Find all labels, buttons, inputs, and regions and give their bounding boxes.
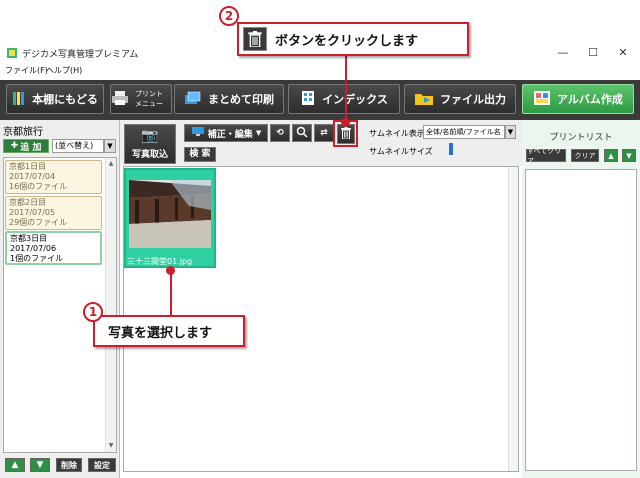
folder-icon — [414, 90, 434, 109]
close-button[interactable]: ✕ — [608, 44, 638, 62]
index-label: インデックス — [322, 93, 388, 106]
chevron-down-icon[interactable]: ▼ — [104, 139, 116, 153]
sort-select[interactable]: (並べ替え) — [52, 139, 104, 153]
rotate-icon: ⟲ — [276, 128, 284, 138]
search-button[interactable]: 検 索 — [184, 147, 216, 162]
file-output-label: ファイル出力 — [440, 93, 506, 106]
chevron-down-icon: ▼ — [255, 129, 262, 137]
day-item-name: 京都2日目 — [9, 198, 47, 207]
step1-badge: 1 — [83, 302, 103, 322]
day-item-3[interactable]: 京都3日目 2017/07/06 1個のファイル — [5, 231, 102, 265]
day-item-name: 京都1日目 — [9, 162, 47, 171]
callout2-dot — [341, 118, 350, 127]
callout1-leader — [170, 270, 172, 316]
bookshelf-icon — [12, 90, 26, 109]
camera-icon: 📷 — [141, 128, 159, 144]
callout-step2-text: ボタンをクリックします — [275, 34, 419, 49]
album-create-label: アルバム作成 — [557, 93, 623, 106]
minimize-button[interactable]: — — [548, 44, 578, 62]
add-day-label: 追 加 — [20, 142, 42, 153]
day-item-count: 29個のファイル — [9, 218, 68, 227]
clear-all-button[interactable]: すべてクリア — [526, 147, 566, 165]
settings-button[interactable]: 設定 — [88, 458, 116, 472]
menu-bar — [0, 62, 640, 78]
app-icon — [6, 47, 18, 59]
menu-help[interactable]: ヘルプ(H) — [46, 65, 82, 76]
rotate-button[interactable]: ⟲ — [270, 124, 290, 142]
maximize-button[interactable]: ☐ — [578, 44, 608, 62]
swap-button[interactable]: ⇄ — [314, 124, 334, 142]
thumbnail-size-label: サムネイルサイズ — [369, 147, 433, 156]
print-list-down-button[interactable]: ▼ — [622, 149, 636, 162]
thumbnail-display-label: サムネイル表示 — [369, 129, 425, 138]
photo-caption: 三十三間堂01.jpg — [127, 257, 193, 266]
import-photos-button[interactable]: 📷 写真取込 — [124, 124, 176, 164]
edit-label: 補正・編集 — [207, 129, 253, 140]
swap-icon: ⇄ — [320, 128, 328, 138]
print-list-title: プリントリスト — [549, 133, 613, 143]
add-day-button[interactable]: ✚ 追 加 — [3, 139, 49, 153]
plus-icon: ✚ — [10, 141, 19, 151]
scroll-up-icon[interactable]: ▲ — [107, 160, 115, 168]
delete-day-button[interactable]: 削除 — [56, 458, 82, 472]
back-to-shelf-button[interactable]: 本棚にもどる — [6, 84, 104, 114]
file-output-button[interactable]: ファイル出力 — [404, 84, 516, 114]
album-icon — [533, 89, 551, 110]
import-photos-label: 写真取込 — [131, 150, 168, 160]
day-item-count: 1個のファイル — [10, 254, 64, 263]
thumbnail-size-slider[interactable] — [449, 143, 453, 155]
monitor-icon — [191, 126, 205, 140]
callout-step1-text: 写真を選択します — [108, 326, 213, 341]
day-item-name: 京都3日目 — [10, 234, 48, 243]
zoom-button[interactable] — [292, 124, 312, 142]
print-menu-button[interactable]: プリント メニュー — [110, 84, 172, 114]
menu-file[interactable]: ファイル(F) — [5, 65, 48, 76]
album-title: 京都旅行 — [3, 127, 43, 138]
move-up-button[interactable]: ▲ — [5, 458, 25, 472]
print-list — [525, 169, 637, 471]
back-to-shelf-label: 本棚にもどる — [32, 93, 98, 106]
stacked-photos-icon — [184, 90, 202, 109]
edit-button[interactable]: 補正・編集 ▼ — [184, 124, 268, 142]
day-item-date: 2017/07/04 — [9, 172, 56, 181]
day-item-date: 2017/07/06 — [10, 244, 57, 253]
scroll-down-icon[interactable]: ▼ — [107, 442, 115, 450]
day-item-1[interactable]: 京都1日目 2017/07/04 16個のファイル — [5, 160, 102, 194]
chevron-down-icon[interactable]: ▼ — [505, 125, 516, 139]
day-item-count: 16個のファイル — [9, 182, 68, 191]
printer-icon — [111, 90, 129, 108]
clear-button[interactable]: クリア — [571, 149, 599, 162]
day-item-2[interactable]: 京都2日目 2017/07/05 29個のファイル — [5, 196, 102, 230]
callout2-leader — [345, 56, 347, 126]
photo-grid-scrollbar[interactable] — [508, 167, 518, 471]
move-down-button[interactable]: ▼ — [30, 458, 50, 472]
thumbnail-display-select[interactable]: 全体/名前順/ファイル名 — [423, 125, 505, 139]
photo-image — [129, 180, 211, 248]
print-menu-label: プリント メニュー — [135, 90, 163, 108]
day-list-scrollbar[interactable] — [105, 158, 116, 452]
print-list-up-button[interactable]: ▲ — [604, 149, 618, 162]
index-button[interactable]: インデックス — [288, 84, 400, 114]
window-title: デジカメ写真管理プレミアム — [22, 50, 139, 60]
magnifier-icon — [296, 126, 308, 141]
day-item-date: 2017/07/05 — [9, 208, 56, 217]
index-sheet-icon — [300, 90, 316, 109]
album-create-button[interactable]: アルバム作成 — [522, 84, 634, 114]
batch-print-label: まとめて印刷 — [208, 93, 274, 106]
batch-print-button[interactable]: まとめて印刷 — [174, 84, 284, 114]
step2-badge: 2 — [219, 6, 239, 26]
trash-icon — [243, 27, 267, 51]
